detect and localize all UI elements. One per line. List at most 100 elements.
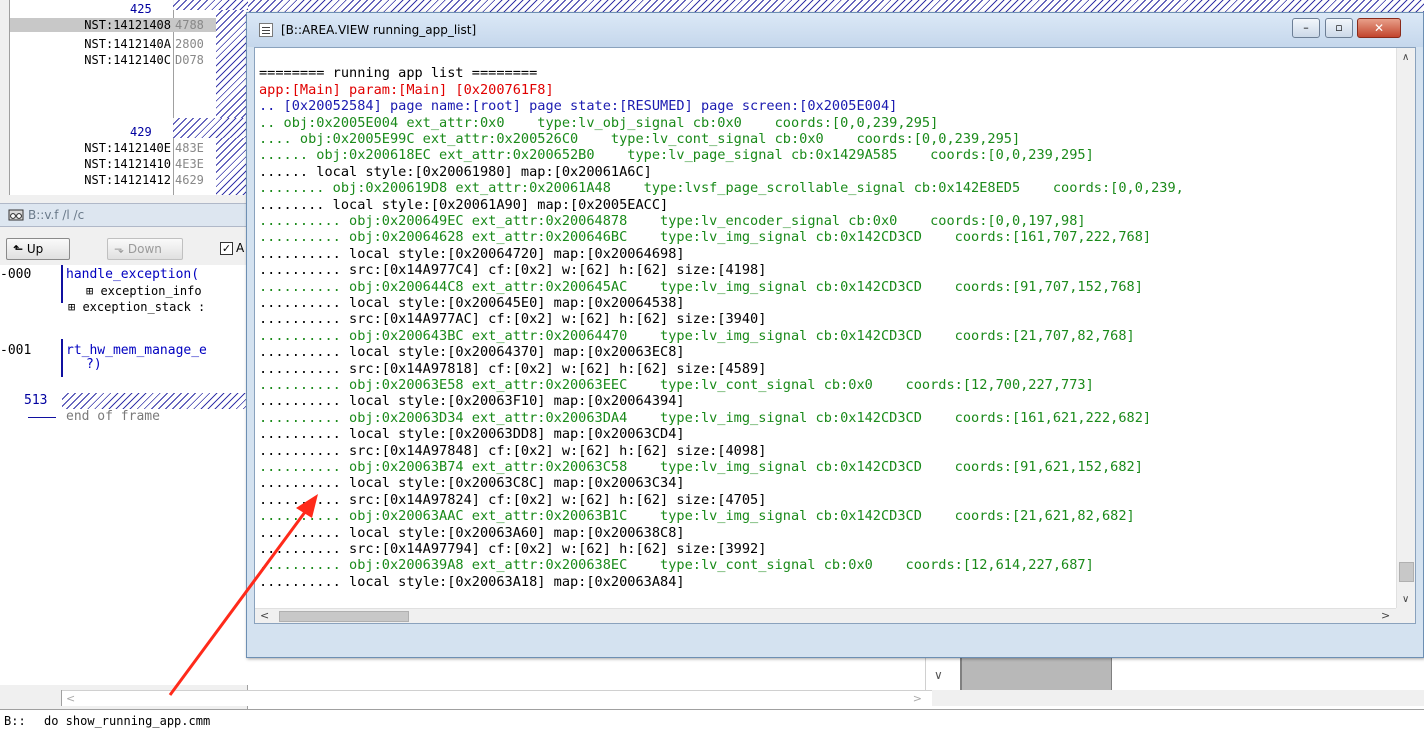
area-view-vscrollbar[interactable]: ∧ ∨	[1396, 48, 1415, 608]
area-view-line: .......... src:[0x14A977C4] cf:[0x2] w:[…	[259, 262, 767, 279]
area-view-line: .......... local style:[0x20063F10] map:…	[259, 393, 685, 410]
frame-checkbox-label: A	[236, 241, 245, 255]
area-view-vscroll-thumb[interactable]	[1399, 562, 1414, 582]
frame-checkbox[interactable]: ✓	[220, 242, 233, 255]
area-view-title: [B::AREA.VIEW running_app_list]	[281, 23, 477, 37]
area-view-hscroll-thumb[interactable]	[279, 611, 409, 622]
area-view-line: ........ obj:0x200619D8 ext_attr:0x20061…	[259, 180, 1184, 197]
glasses-icon	[8, 209, 24, 221]
maximize-icon: ▫	[1335, 21, 1343, 34]
dump-address: NST:1412140C	[84, 53, 171, 67]
chevron-left-icon[interactable]: <	[66, 692, 75, 705]
area-view-line: app:[Main] param:[Main] [0x200761F8]	[259, 81, 554, 98]
background-hscroll: < >	[0, 690, 1424, 706]
area-view-line: .......... src:[0x14A97794] cf:[0x2] w:[…	[259, 541, 767, 557]
background-hscroll-left	[10, 690, 62, 706]
dump-line-number: 425	[130, 2, 152, 16]
dump-row[interactable]: NST:1412140E 483E	[10, 141, 216, 155]
area-view-content[interactable]: ======== running app list ======== app:[M…	[254, 47, 1416, 624]
close-icon: ✕	[1373, 21, 1385, 35]
dump-address: NST:14121408	[84, 18, 171, 32]
area-view-line: .......... local style:[0x20063A60] map:…	[259, 524, 685, 541]
up-arrow-icon: ⬑	[13, 242, 24, 256]
dump-value: 4788	[175, 18, 204, 32]
dump-row[interactable]: NST:1412140A 2800	[10, 37, 216, 51]
down-arrow-icon: ⬎	[114, 242, 125, 256]
down-button[interactable]: ⬎ Down	[107, 238, 183, 260]
area-view-line: ...... local style:[0x20061980] map:[0x2…	[259, 163, 652, 180]
area-view-line: .......... obj:0x20064628 ext_attr:0x200…	[259, 229, 1152, 246]
dump-address: NST:14121412	[84, 173, 171, 187]
area-view-line: .......... local style:[0x20064370] map:…	[259, 344, 685, 361]
area-view-line: ........ local style:[0x20061A90] map:[0…	[259, 196, 669, 213]
maximize-button[interactable]: ▫	[1325, 18, 1353, 38]
frame-level-bar	[61, 339, 63, 377]
list-window-icon	[259, 23, 273, 37]
background-hscroll-track[interactable]: < >	[62, 690, 932, 706]
area-view-titlebar[interactable]: [B::AREA.VIEW running_app_list] – ▫ ✕	[247, 13, 1423, 47]
frame-hatch-area	[62, 393, 248, 409]
minimize-button[interactable]: –	[1292, 18, 1320, 38]
area-view-line: .......... obj:0x20063D34 ext_attr:0x200…	[259, 409, 1152, 426]
area-view-line: .......... obj:0x20063AAC ext_attr:0x200…	[259, 508, 1135, 525]
area-view-line: .......... local style:[0x20064720] map:…	[259, 245, 685, 262]
frame-end-bar	[28, 417, 56, 418]
frame-function-0[interactable]: handle_exception(	[66, 267, 199, 283]
area-view-line: .......... src:[0x14A97848] cf:[0x2] w:[…	[259, 442, 767, 459]
dump-value: 483E	[175, 141, 204, 155]
dump-hatch-area	[248, 0, 1424, 12]
dump-value: D078	[175, 53, 204, 67]
dump-row[interactable]: NST:1412140C D078	[10, 53, 216, 67]
frame-child-exception-info[interactable]: ⊞ exception_info	[86, 283, 202, 299]
area-view-line: .......... local style:[0x20063DD8] map:…	[259, 426, 685, 443]
area-view-line: .......... local style:[0x20063C8C] map:…	[259, 475, 685, 492]
area-view-line: .......... src:[0x14A97818] cf:[0x2] w:[…	[259, 360, 767, 377]
area-view-line: .......... local style:[0x20063A18] map:…	[259, 573, 685, 590]
frame-window-title: B::v.f /l /c	[28, 208, 85, 222]
area-view-window: [B::AREA.VIEW running_app_list] – ▫ ✕ ==…	[246, 12, 1424, 658]
chevron-right-icon[interactable]: >	[1381, 609, 1390, 622]
frame-level-bar	[61, 265, 63, 303]
dump-value: 4629	[175, 173, 204, 187]
frame-end-text: end of frame	[66, 409, 160, 424]
area-view-line: ...... obj:0x200618EC ext_attr:0x200652B…	[259, 147, 1094, 164]
frame-window-titlebar[interactable]: B::v.f /l /c	[0, 203, 248, 227]
frame-list: -000 handle_exception( ⊞ exception_info …	[0, 265, 248, 685]
dump-hatch-area	[216, 10, 248, 120]
area-view-line: ======== running app list ========	[259, 65, 538, 82]
area-view-line: .......... local style:[0x200645E0] map:…	[259, 295, 685, 311]
resize-grip-icon[interactable]	[1396, 608, 1415, 623]
close-button[interactable]: ✕	[1357, 18, 1401, 38]
chevron-down-icon[interactable]: ∨	[1402, 594, 1409, 605]
up-button[interactable]: ⬑ Up	[6, 238, 70, 260]
area-view-line: .......... obj:0x200644C8 ext_attr:0x200…	[259, 278, 1143, 295]
chevron-up-icon[interactable]: ∧	[1402, 52, 1409, 63]
area-view-line: .. [0x20052584] page name:[root] page st…	[259, 98, 898, 115]
dump-address: NST:1412140A	[84, 37, 171, 51]
dump-hatch-area	[173, 0, 248, 10]
chevron-right-icon[interactable]: >	[913, 692, 922, 705]
chevron-down-icon[interactable]: ∨	[934, 668, 943, 682]
frame-level-0: -000	[0, 267, 32, 282]
dump-address: NST:14121410	[84, 157, 171, 171]
dump-value: 2800	[175, 37, 204, 51]
command-input[interactable]	[44, 714, 644, 728]
dump-gutter	[0, 0, 10, 195]
area-view-line: .. obj:0x2005E004 ext_attr:0x0 type:lv_o…	[259, 114, 939, 131]
chevron-left-icon[interactable]: <	[260, 609, 269, 622]
dump-line-number: 429	[130, 125, 152, 139]
dump-row[interactable]: NST:14121410 4E3E	[10, 157, 216, 171]
dump-value: 4E3E	[175, 157, 204, 171]
frame-function-1-tail: ?)	[86, 357, 102, 372]
area-view-line: .......... obj:0x200649EC ext_attr:0x200…	[259, 213, 1086, 229]
frame-child-exception-stack[interactable]: ⊞ exception_stack :	[68, 299, 205, 315]
minimize-icon: –	[1303, 21, 1309, 34]
area-view-line: .......... src:[0x14A97824] cf:[0x2] w:[…	[259, 491, 767, 508]
area-view-line: .......... obj:0x20063B74 ext_attr:0x200…	[259, 459, 1143, 475]
dump-row[interactable]: NST:14121408 4788	[10, 18, 216, 32]
frame-toolbar: ⬑ Up ⬎ Down ✓ A	[0, 235, 248, 263]
dump-row[interactable]: NST:14121412 4629	[10, 173, 216, 187]
frame-window: B::v.f /l /c ⬑ Up ⬎ Down ✓ A -000 handle…	[0, 195, 248, 710]
area-view-hscrollbar[interactable]: < >	[255, 608, 1396, 623]
dump-address: NST:1412140E	[84, 141, 171, 155]
